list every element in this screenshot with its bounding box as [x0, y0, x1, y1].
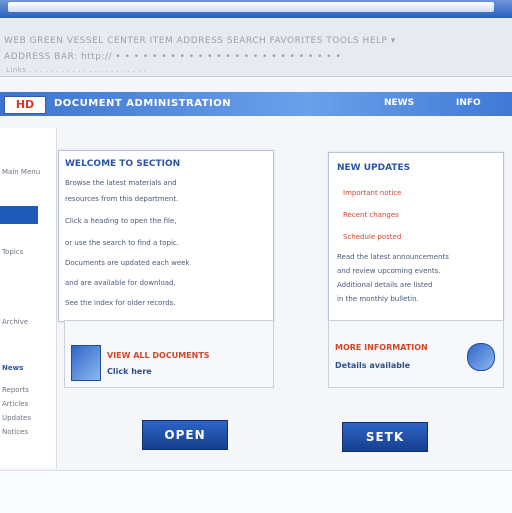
thumbnail-image[interactable] [71, 345, 101, 381]
left-panel-line: See the index for older records. [65, 299, 176, 307]
left-footer-link[interactable]: Click here [107, 367, 152, 376]
left-panel-heading: WELCOME TO SECTION [65, 159, 181, 169]
right-panel-line: Read the latest announcements [337, 253, 449, 261]
browser-toolbar: WEB GREEN VESSEL CENTER ITEM ADDRESS SEA… [0, 18, 512, 77]
sidebar-item[interactable]: Main Menu [2, 168, 40, 176]
site-title: DOCUMENT ADMINISTRATION [54, 98, 232, 109]
info-icon[interactable] [467, 343, 495, 371]
window-title-bar [0, 0, 512, 18]
right-footer-link[interactable]: Details available [335, 361, 410, 370]
sidebar-item[interactable]: Articles [2, 400, 28, 408]
left-panel-footer: VIEW ALL DOCUMENTS Click here [64, 320, 274, 388]
nav-link-info[interactable]: INFO [456, 98, 481, 108]
action-button[interactable]: SETK [342, 422, 428, 452]
left-panel-line: Browse the latest materials and [65, 179, 177, 187]
sidebar-item[interactable]: Archive [2, 318, 28, 326]
sidebar: Main Menu Topics Archive News Reports Ar… [0, 128, 57, 468]
right-panel-highlight[interactable]: Important notice [343, 189, 402, 197]
sidebar-item[interactable]: News [2, 364, 23, 372]
left-panel-line: Click a heading to open the file, [65, 217, 177, 225]
right-panel-highlight[interactable]: Schedule posted [343, 233, 401, 241]
right-panel-line: and review upcoming events. [337, 267, 441, 275]
status-bar [0, 470, 512, 513]
right-panel-line: Additional details are listed [337, 281, 433, 289]
right-content-panel: NEW UPDATES Important notice Recent chan… [328, 152, 504, 322]
links-bar[interactable]: Links . . . . . . . . . . . . . . . . . … [6, 66, 146, 74]
right-panel-line: in the monthly bulletin. [337, 295, 419, 303]
site-logo[interactable]: HD [4, 96, 46, 114]
left-panel-line: resources from this department. [65, 195, 179, 203]
sidebar-item-selected[interactable] [0, 206, 38, 224]
sidebar-item[interactable]: Topics [2, 248, 23, 256]
sidebar-item[interactable]: Updates [2, 414, 31, 422]
right-panel-footer: MORE INFORMATION Details available [328, 320, 504, 388]
left-panel-line: and are available for download. [65, 279, 176, 287]
right-panel-highlight[interactable]: Recent changes [343, 211, 399, 219]
address-bar[interactable]: ADDRESS BAR: http:// • • • • • • • • • •… [4, 52, 341, 62]
right-footer-title[interactable]: MORE INFORMATION [335, 343, 428, 352]
open-button[interactable]: OPEN [142, 420, 228, 450]
sidebar-item[interactable]: Notices [2, 428, 28, 436]
title-bar-highlight [8, 2, 494, 12]
left-content-panel: WELCOME TO SECTION Browse the latest mat… [58, 150, 274, 322]
left-footer-title[interactable]: VIEW ALL DOCUMENTS [107, 351, 210, 360]
nav-link-news[interactable]: NEWS [384, 98, 414, 108]
sidebar-item[interactable]: Reports [2, 386, 29, 394]
left-panel-line: or use the search to find a topic. [65, 239, 179, 247]
menu-bar[interactable]: WEB GREEN VESSEL CENTER ITEM ADDRESS SEA… [4, 36, 396, 46]
right-panel-heading: NEW UPDATES [337, 163, 411, 173]
left-panel-line: Documents are updated each week [65, 259, 190, 267]
